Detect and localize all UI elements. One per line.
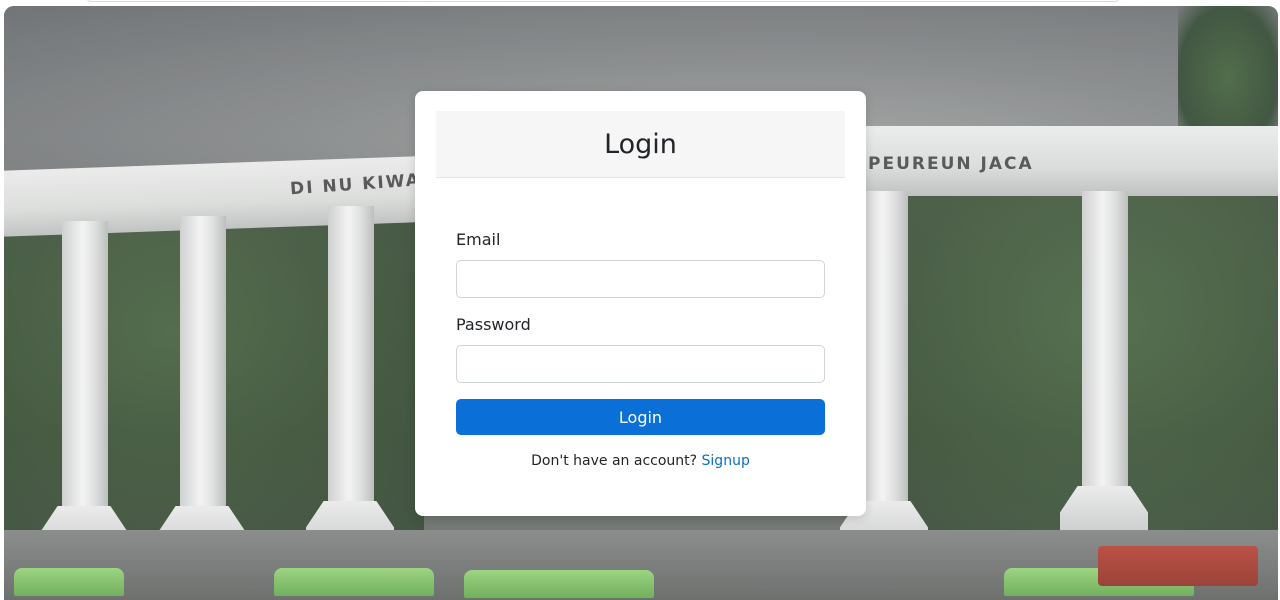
signup-prompt-row: Don't have an account? Signup [415, 453, 866, 469]
signup-prompt-text: Don't have an account? [531, 453, 698, 469]
login-card: Login Email Password Login Don't have an… [415, 91, 866, 516]
signup-link[interactable]: Signup [702, 453, 750, 469]
password-field[interactable] [456, 345, 825, 383]
top-frame-edge [86, 0, 1120, 2]
login-title: Login [604, 128, 677, 160]
email-label: Email [456, 230, 501, 249]
email-field[interactable] [456, 260, 825, 298]
password-label: Password [456, 315, 531, 334]
login-button[interactable]: Login [456, 399, 825, 435]
card-header: Login [436, 111, 845, 178]
